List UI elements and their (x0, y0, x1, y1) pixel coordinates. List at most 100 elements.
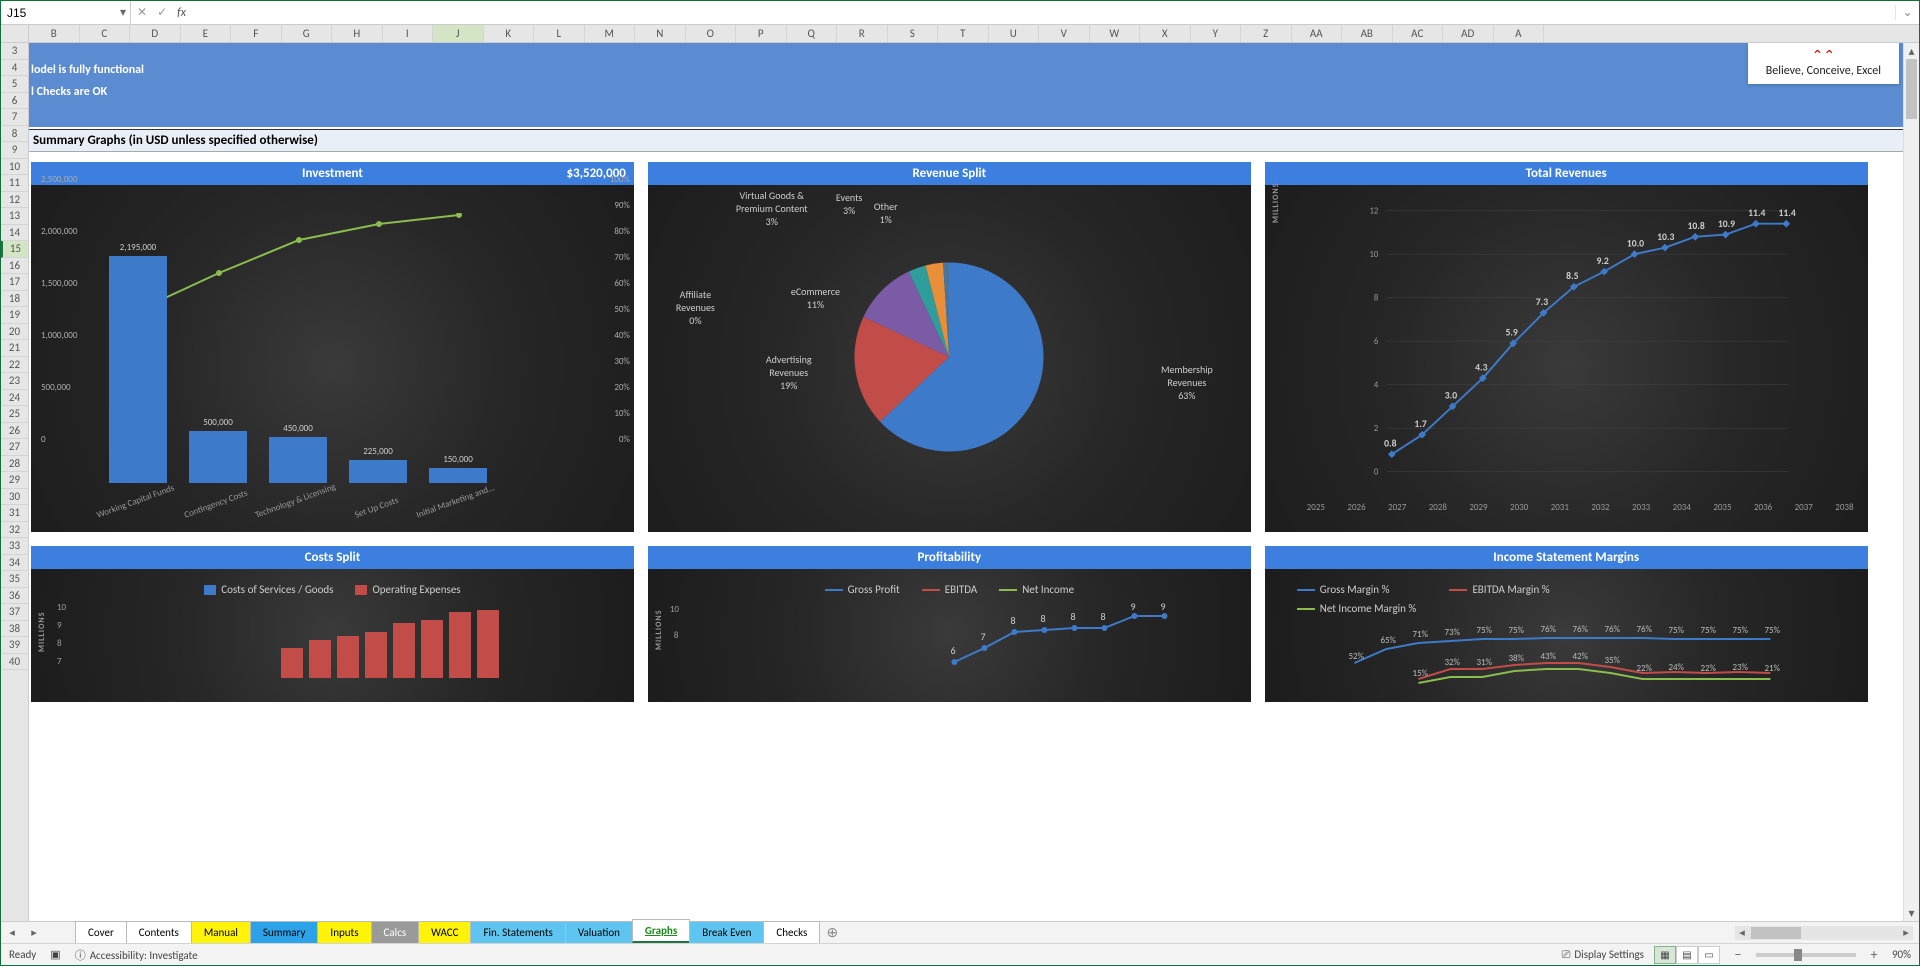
name-box-dropdown-icon[interactable]: ▾ (120, 5, 126, 20)
row-header-8[interactable]: 8 (1, 126, 28, 143)
row-header-9[interactable]: 9 (1, 142, 28, 159)
name-box[interactable]: ▾ (1, 1, 131, 24)
name-box-input[interactable] (7, 6, 124, 20)
chart-profitability[interactable]: Profitability Gross Profit EBITDA Net In… (648, 546, 1251, 702)
col-header-F[interactable]: F (231, 25, 282, 42)
tab-nav-prev-icon[interactable]: ◂ (1, 922, 23, 943)
col-header-AA[interactable]: AA (1292, 25, 1343, 42)
sheet-tab-graphs[interactable]: Graphs (632, 919, 690, 943)
row-header-20[interactable]: 20 (1, 324, 28, 341)
display-settings[interactable]: ⎚Display Settings (1562, 948, 1644, 962)
row-header-37[interactable]: 37 (1, 604, 28, 621)
sheet-tab-checks[interactable]: Checks (763, 921, 820, 943)
col-header-Q[interactable]: Q (787, 25, 838, 42)
row-header-14[interactable]: 14 (1, 225, 28, 242)
zoom-slider[interactable] (1756, 953, 1856, 957)
row-header-38[interactable]: 38 (1, 621, 28, 638)
hscroll-right-icon[interactable]: ▸ (1899, 926, 1913, 940)
col-header-L[interactable]: L (534, 25, 585, 42)
select-all-corner[interactable] (1, 25, 28, 43)
row-header-15[interactable]: 15 (1, 241, 28, 258)
col-header-W[interactable]: W (1090, 25, 1141, 42)
sheet-tab-inputs[interactable]: Inputs (317, 921, 371, 943)
col-header-E[interactable]: E (181, 25, 232, 42)
sheet-tab-summary[interactable]: Summary (250, 921, 319, 943)
add-sheet-icon[interactable]: ⊕ (819, 922, 845, 943)
sheet-tab-valuation[interactable]: Valuation (565, 921, 633, 943)
row-header-39[interactable]: 39 (1, 637, 28, 654)
col-header-X[interactable]: X (1140, 25, 1191, 42)
row-header-27[interactable]: 27 (1, 439, 28, 456)
row-header-10[interactable]: 10 (1, 159, 28, 176)
vertical-scrollbar[interactable]: ▴ ▾ (1903, 43, 1919, 921)
col-header-N[interactable]: N (635, 25, 686, 42)
view-normal-icon[interactable]: ▦ (1654, 946, 1676, 964)
zoom-out-icon[interactable]: − (1730, 946, 1746, 963)
zoom-in-icon[interactable]: + (1866, 946, 1882, 963)
col-header-J[interactable]: J (433, 25, 484, 42)
col-header-AC[interactable]: AC (1393, 25, 1444, 42)
row-header-31[interactable]: 31 (1, 505, 28, 522)
row-header-21[interactable]: 21 (1, 340, 28, 357)
hscroll-left-icon[interactable]: ◂ (1735, 926, 1749, 940)
sheet-tab-fin-statements[interactable]: Fin. Statements (470, 921, 565, 943)
row-header-11[interactable]: 11 (1, 175, 28, 192)
chart-costs-split[interactable]: Costs Split Costs of Services / Goods Op… (31, 546, 634, 702)
sheet-tab-cover[interactable]: Cover (75, 921, 127, 943)
row-header-34[interactable]: 34 (1, 555, 28, 572)
col-header-B[interactable]: B (29, 25, 80, 42)
col-header-Z[interactable]: Z (1241, 25, 1292, 42)
row-header-17[interactable]: 17 (1, 274, 28, 291)
col-header-S[interactable]: S (888, 25, 939, 42)
sheet-tab-wacc[interactable]: WACC (418, 921, 471, 943)
row-header-33[interactable]: 33 (1, 538, 28, 555)
row-header-3[interactable]: 3 (1, 43, 28, 60)
col-header-R[interactable]: R (837, 25, 888, 42)
sheet-tab-break-even[interactable]: Break Even (689, 921, 764, 943)
sheet-tab-contents[interactable]: Contents (126, 921, 192, 943)
col-header-A[interactable]: A (1494, 25, 1545, 42)
row-header-25[interactable]: 25 (1, 406, 28, 423)
view-page-layout-icon[interactable]: ▤ (1676, 946, 1698, 964)
row-header-22[interactable]: 22 (1, 357, 28, 374)
formula-expand-icon[interactable]: ⌄ (1895, 5, 1919, 20)
horizontal-scrollbar[interactable] (1749, 926, 1899, 940)
col-header-K[interactable]: K (484, 25, 535, 42)
row-header-40[interactable]: 40 (1, 654, 28, 671)
row-header-30[interactable]: 30 (1, 489, 28, 506)
col-header-H[interactable]: H (332, 25, 383, 42)
col-header-I[interactable]: I (383, 25, 434, 42)
scroll-up-icon[interactable]: ▴ (1904, 43, 1919, 59)
cancel-icon[interactable]: ✕ (137, 5, 147, 20)
col-header-AD[interactable]: AD (1443, 25, 1494, 42)
row-header-18[interactable]: 18 (1, 291, 28, 308)
col-header-V[interactable]: V (1039, 25, 1090, 42)
row-header-24[interactable]: 24 (1, 390, 28, 407)
chart-investment[interactable]: Investment $3,520,000 0500,0001,000,0001… (31, 162, 634, 532)
macro-record-icon[interactable]: ▣ (50, 948, 60, 961)
chart-total-revenues[interactable]: Total Revenues MILLIONS 0246810120.81.73… (1265, 162, 1868, 532)
col-header-G[interactable]: G (282, 25, 333, 42)
row-header-29[interactable]: 29 (1, 472, 28, 489)
row-header-35[interactable]: 35 (1, 571, 28, 588)
sheet-tab-calcs[interactable]: Calcs (371, 921, 420, 943)
enter-icon[interactable]: ✓ (157, 5, 167, 20)
col-header-AB[interactable]: AB (1342, 25, 1393, 42)
col-header-O[interactable]: O (686, 25, 737, 42)
sheet-tab-manual[interactable]: Manual (191, 921, 251, 943)
vscroll-thumb[interactable] (1906, 59, 1917, 119)
row-header-16[interactable]: 16 (1, 258, 28, 275)
worksheet-grid[interactable]: lodel is fully functional l Checks are O… (29, 43, 1919, 921)
view-page-break-icon[interactable]: ▭ (1698, 946, 1720, 964)
row-header-7[interactable]: 7 (1, 109, 28, 126)
col-header-D[interactable]: D (130, 25, 181, 42)
row-header-23[interactable]: 23 (1, 373, 28, 390)
col-header-U[interactable]: U (989, 25, 1040, 42)
zoom-level[interactable]: 90% (1892, 948, 1911, 961)
fx-icon[interactable]: fx (177, 6, 186, 20)
accessibility-status[interactable]: ⓘAccessibility: Investigate (75, 947, 198, 963)
row-header-4[interactable]: 4 (1, 60, 28, 77)
chart-revenue-split[interactable]: Revenue Split MembershipRevenues63% Adve… (648, 162, 1251, 532)
row-header-13[interactable]: 13 (1, 208, 28, 225)
formula-input[interactable] (192, 6, 1895, 20)
